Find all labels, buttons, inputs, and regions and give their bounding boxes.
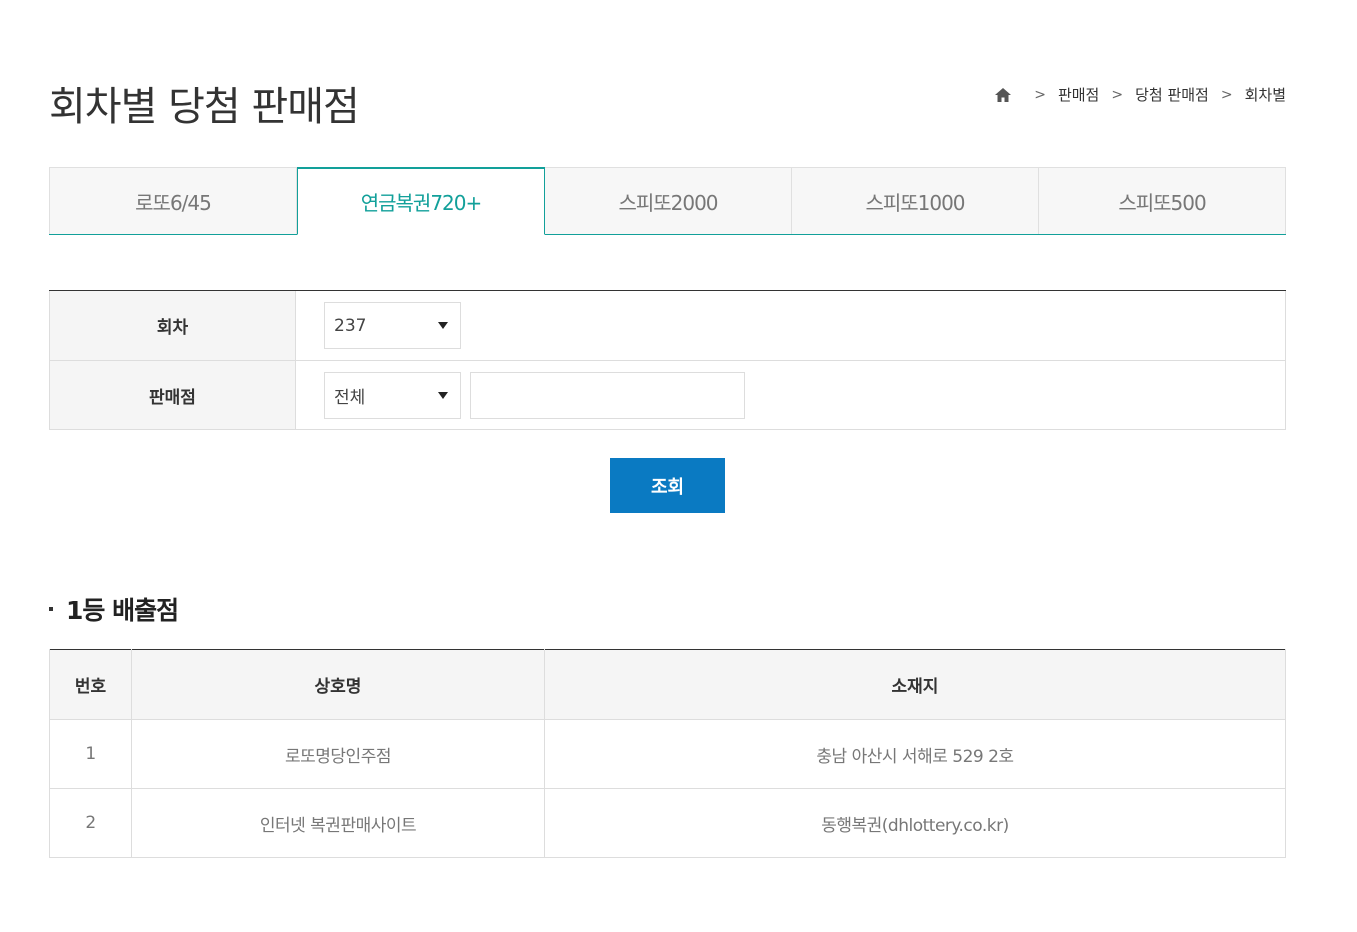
tab-speetto1000[interactable]: 스피또1000 [792,167,1039,234]
table-row: 1 로또명당인주점 충남 아산시 서해로 529 2호 [49,719,1286,789]
store-row: 판매점 전체 [49,361,1286,430]
cell-name: 인터넷 복권판매사이트 [131,788,545,858]
caret-down-icon [438,391,448,399]
round-label: 회차 [49,291,296,360]
home-icon[interactable] [994,86,1012,104]
header-address: 소재지 [544,649,1286,720]
round-select[interactable]: 237 [324,302,461,349]
lottery-tabs: 로또6/45 연금복권720+ 스피또2000 스피또1000 스피또500 [49,167,1286,235]
store-select-value: 전체 [334,387,366,408]
store-select[interactable]: 전체 [324,371,461,419]
tab-speetto2000[interactable]: 스피또2000 [545,167,792,234]
page-title: 회차별 당첨 판매점 [49,84,360,130]
chevron-right-icon: > [1111,86,1124,103]
search-button[interactable]: 조회 [610,458,725,513]
store-label: 판매점 [49,361,296,429]
breadcrumb-item-winning-stores[interactable]: 당첨 판매점 [1135,84,1209,105]
header-no: 번호 [49,649,132,720]
results-table: 번호 상호명 소재지 1 로또명당인주점 충남 아산시 서해로 529 2호 2… [49,649,1286,858]
store-search-input[interactable] [470,371,745,419]
cell-no: 2 [49,788,132,858]
tab-lotto645[interactable]: 로또6/45 [49,167,297,234]
chevron-right-icon: > [1034,86,1046,103]
cell-no: 1 [49,719,132,789]
results-title-text: 1등 배출점 [66,596,179,625]
caret-down-icon [438,322,448,329]
tab-speetto500[interactable]: 스피또500 [1039,167,1286,234]
header-name: 상호명 [131,649,545,720]
cell-address: 동행복권(dhlottery.co.kr) [544,788,1286,858]
breadcrumb-item-stores[interactable]: 판매점 [1058,84,1099,105]
table-row: 2 인터넷 복권판매사이트 동행복권(dhlottery.co.kr) [49,788,1286,858]
cell-address: 충남 아산시 서해로 529 2호 [544,719,1286,789]
round-row: 회차 237 [49,291,1286,361]
results-section-title: 1등 배출점 [49,591,179,627]
table-header-row: 번호 상호명 소재지 [49,649,1286,720]
breadcrumb: > 판매점 > 당첨 판매점 > 회차별 [994,84,1286,105]
round-select-value: 237 [334,315,367,336]
tab-pension720[interactable]: 연금복권720+ [297,167,545,235]
breadcrumb-item-by-round[interactable]: 회차별 [1245,84,1286,105]
search-form: 회차 237 판매점 전체 [49,290,1286,430]
bullet-icon [49,607,53,611]
chevron-right-icon: > [1220,86,1233,103]
cell-name: 로또명당인주점 [131,719,545,789]
